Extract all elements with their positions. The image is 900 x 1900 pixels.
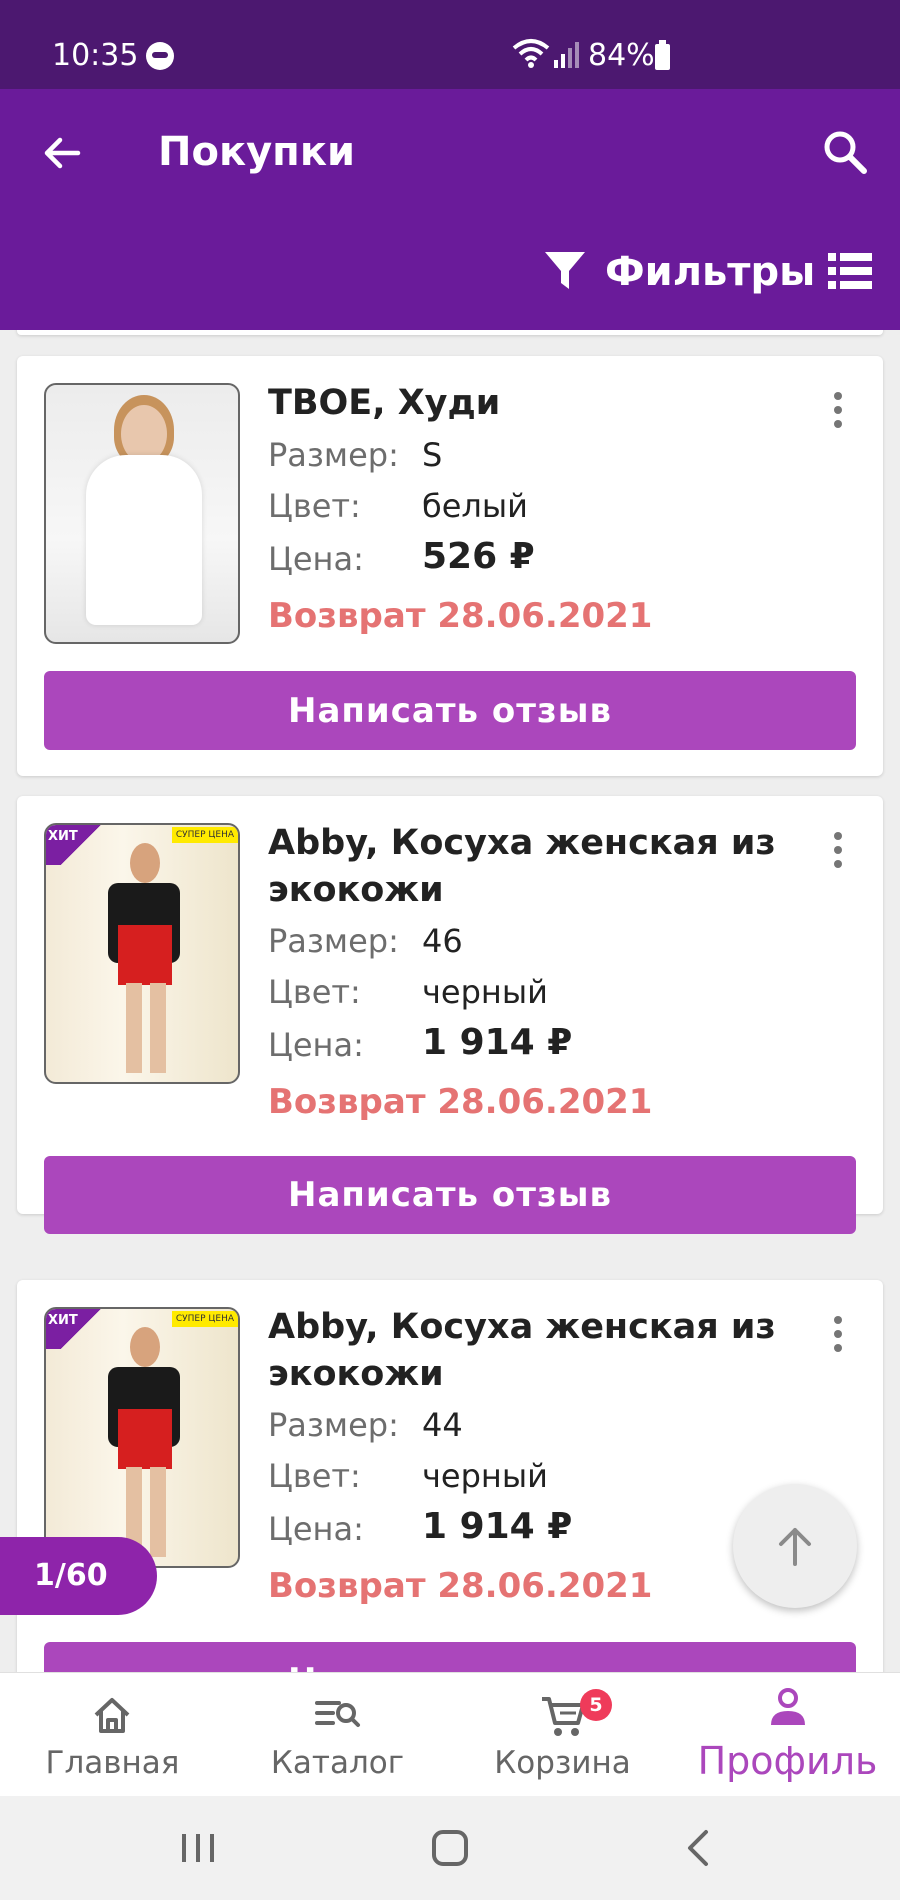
return-status: Возврат 28.06.2021 [268, 1082, 653, 1122]
app-bar: Покупки Фильтры [0, 89, 900, 330]
write-review-button[interactable]: Написать отзыв [44, 1156, 856, 1234]
scroll-to-top-button[interactable] [733, 1484, 857, 1608]
profile-icon [771, 1688, 805, 1725]
home-button-icon[interactable] [426, 1824, 474, 1872]
model-legs [126, 983, 166, 1073]
return-status: Возврат 28.06.2021 [268, 596, 653, 636]
price-label: Цена: [268, 540, 364, 578]
wifi-icon [512, 39, 550, 68]
purchase-card[interactable]: ХИТ СУПЕР ЦЕНА Abby, Косуха женская из э… [17, 1280, 883, 1672]
page-title: Покупки [158, 129, 355, 175]
nav-home-label: Главная [45, 1745, 180, 1781]
color-value: белый [422, 487, 528, 525]
back-button-icon[interactable] [676, 1824, 724, 1872]
color-label: Цвет: [268, 487, 361, 525]
nav-catalog[interactable]: Каталог [225, 1673, 450, 1797]
cart-count-badge: 5 [580, 1689, 612, 1721]
list-view-icon[interactable] [828, 251, 872, 291]
color-label: Цвет: [268, 1457, 361, 1495]
nav-profile-label: Профиль [697, 1739, 878, 1783]
filters-button[interactable]: Фильтры [605, 249, 815, 295]
size-value: 44 [422, 1406, 463, 1444]
nav-profile[interactable]: Профиль [675, 1673, 900, 1797]
purchases-list[interactable]: ТВОЕ, Худи Размер: S Цвет: белый Цена: 5… [0, 330, 900, 1672]
battery-percent: 84% [588, 38, 655, 73]
signal-icon [554, 42, 579, 68]
status-time: 10:35 [52, 38, 139, 73]
dress-shape [118, 925, 172, 985]
more-vert-icon[interactable] [823, 390, 853, 430]
nav-cart-label: Корзина [494, 1745, 631, 1781]
size-label: Размер: [268, 436, 399, 474]
hoodie-shape [86, 455, 202, 625]
back-arrow-icon[interactable] [38, 129, 86, 177]
status-bar: 10:35 84% [0, 0, 900, 89]
bottom-navigation: Главная Каталог 5 Корзина Профиль [0, 1672, 900, 1796]
product-title[interactable]: ТВОЕ, Худи [268, 380, 788, 427]
product-title[interactable]: Abby, Косуха женская из экокожи [268, 1304, 788, 1398]
write-review-button[interactable]: Написать отзыв [44, 671, 856, 750]
model-head [130, 843, 160, 883]
product-image[interactable] [44, 383, 240, 644]
hit-badge: ХИТ [46, 1309, 106, 1349]
nav-home[interactable]: Главная [0, 1673, 225, 1797]
price-value: 1 914 ₽ [422, 1506, 573, 1547]
size-label: Размер: [268, 1406, 399, 1444]
product-title[interactable]: Abby, Косуха женская из экокожи [268, 820, 788, 914]
write-review-button[interactable]: Написать отзыв [44, 1642, 856, 1672]
system-navigation-bar [0, 1796, 900, 1900]
return-status: Возврат 28.06.2021 [268, 1566, 653, 1606]
arrow-up-icon [779, 1528, 811, 1566]
more-vert-icon[interactable] [823, 830, 853, 870]
size-value: S [422, 436, 443, 474]
price-label: Цена: [268, 1026, 364, 1064]
notification-icon [146, 42, 174, 70]
model-head [130, 1327, 160, 1367]
nav-catalog-label: Каталог [270, 1745, 405, 1781]
price-value: 526 ₽ [422, 536, 535, 577]
product-image[interactable]: ХИТ СУПЕР ЦЕНА [44, 1307, 240, 1568]
price-label: Цена: [268, 1510, 364, 1548]
purchase-card[interactable]: ХИТ СУПЕР ЦЕНА Abby, Косуха женская из э… [17, 796, 883, 1234]
more-vert-icon[interactable] [823, 1314, 853, 1354]
price-value: 1 914 ₽ [422, 1022, 573, 1063]
recent-apps-icon[interactable] [174, 1824, 222, 1872]
home-icon [94, 1698, 130, 1733]
color-label: Цвет: [268, 973, 361, 1011]
size-value: 46 [422, 922, 463, 960]
dress-shape [118, 1409, 172, 1469]
search-icon[interactable] [820, 127, 870, 177]
catalog-icon [315, 1701, 360, 1727]
color-value: черный [422, 973, 548, 1011]
super-price-badge: СУПЕР ЦЕНА [171, 827, 238, 843]
hit-badge: ХИТ [46, 825, 106, 865]
purchase-card[interactable]: ТВОЕ, Худи Размер: S Цвет: белый Цена: 5… [17, 356, 883, 776]
product-image[interactable]: ХИТ СУПЕР ЦЕНА [44, 823, 240, 1084]
battery-icon [655, 40, 670, 70]
size-label: Размер: [268, 922, 399, 960]
color-value: черный [422, 1457, 548, 1495]
nav-cart[interactable]: 5 Корзина [450, 1673, 675, 1797]
previous-card-edge [17, 330, 883, 335]
super-price-badge: СУПЕР ЦЕНА [171, 1311, 238, 1327]
filter-icon[interactable] [543, 249, 587, 293]
page-counter: 1/60 [0, 1537, 157, 1615]
